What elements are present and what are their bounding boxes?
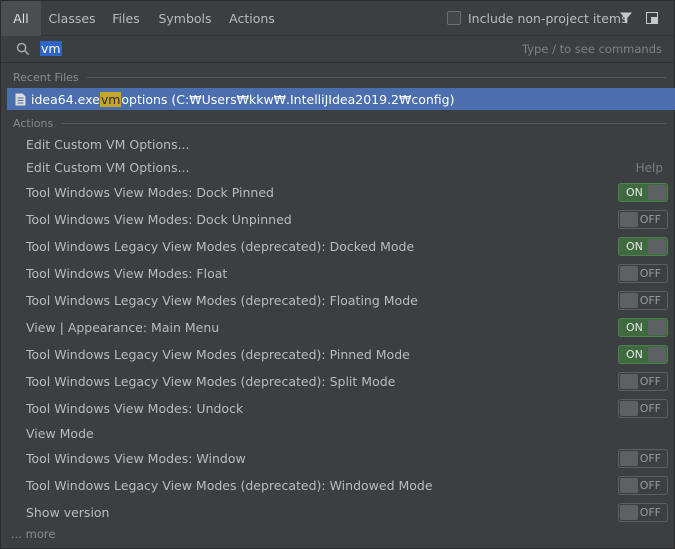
toggle-state-label: OFF — [639, 402, 661, 415]
toggle-knob — [620, 266, 638, 281]
action-item[interactable]: Tool Windows Legacy View Modes (deprecat… — [26, 290, 668, 312]
toggle-switch[interactable]: OFF — [618, 476, 668, 495]
include-non-project-option[interactable]: Include non-project items — [447, 10, 628, 26]
action-label: View Mode — [26, 426, 94, 441]
toggle-knob — [648, 347, 666, 362]
action-item[interactable]: Tool Windows View Modes: Window — [26, 448, 668, 470]
action-label: Tool Windows View Modes: Dock Unpinned — [26, 212, 292, 227]
recent-files-header: Recent Files — [13, 70, 666, 84]
tab-actions[interactable]: Actions — [221, 1, 283, 35]
file-name-prefix: idea64.exe — [31, 91, 100, 107]
action-label: Tool Windows View Modes: Dock Pinned — [26, 185, 274, 200]
action-label: Edit Custom VM Options... — [26, 137, 190, 152]
action-item[interactable]: Edit Custom VM Options... — [26, 134, 668, 156]
action-label: View | Appearance: Main Menu — [26, 320, 220, 335]
toggle-knob — [620, 212, 638, 227]
action-label: Tool Windows View Modes: Undock — [26, 401, 244, 416]
toggle-state-label: OFF — [639, 506, 661, 519]
toggle-switch[interactable]: ON — [618, 237, 668, 256]
action-label: Tool Windows Legacy View Modes (deprecat… — [26, 347, 410, 362]
toggle-switch[interactable]: OFF — [618, 372, 668, 391]
actions-header: Actions — [13, 116, 666, 130]
section-divider — [61, 122, 666, 124]
file-name-suffix: options — [121, 91, 168, 107]
action-label: Tool Windows View Modes: Float — [26, 266, 228, 281]
toggle-knob — [620, 293, 638, 308]
search-input-text: vm — [40, 41, 62, 56]
toggle-switch[interactable]: OFF — [618, 264, 668, 283]
search-input[interactable]: vm — [40, 40, 62, 57]
help-label: Help — [635, 161, 663, 175]
search-everywhere-popup: All Classes Files Symbols Actions Includ… — [0, 0, 675, 549]
toggle-knob — [648, 185, 666, 200]
file-icon — [15, 93, 26, 105]
search-icon — [16, 42, 30, 56]
toggle-knob — [620, 374, 638, 389]
tab-symbols[interactable]: Symbols — [149, 1, 221, 35]
tab-files[interactable]: Files — [103, 1, 149, 35]
action-label: Tool Windows View Modes: Window — [26, 451, 246, 466]
toggle-switch[interactable]: OFF — [618, 210, 668, 229]
action-item[interactable]: Tool Windows Legacy View Modes (deprecat… — [26, 371, 668, 393]
action-label: Tool Windows Legacy View Modes (deprecat… — [26, 478, 433, 493]
action-label: Tool Windows Legacy View Modes (deprecat… — [26, 239, 415, 254]
actions-title: Actions — [13, 116, 54, 130]
action-label: Tool Windows Legacy View Modes (deprecat… — [26, 293, 418, 308]
action-item[interactable]: Tool Windows Legacy View Modes (deprecat… — [26, 236, 668, 258]
action-item[interactable]: Tool Windows View Modes: Undock — [26, 398, 668, 420]
section-divider — [86, 76, 666, 78]
recent-file-item[interactable]: idea64.exe vm options (C:₩Users₩kkw₩.Intel… — [7, 88, 675, 110]
toggle-knob — [620, 478, 638, 493]
action-label: Edit Custom VM Options... — [26, 160, 190, 175]
action-item[interactable]: Edit Custom VM Options... Help — [26, 157, 668, 179]
tab-bar: All Classes Files Symbols Actions Includ… — [1, 1, 674, 36]
more-results-link[interactable]: ... more — [11, 527, 55, 541]
open-in-window-icon[interactable] — [646, 12, 658, 24]
toggle-state-label: ON — [626, 240, 643, 253]
action-item[interactable]: View | Appearance: Main Menu — [26, 317, 668, 339]
toggle-switch[interactable]: ON — [618, 183, 668, 202]
include-non-project-checkbox[interactable] — [447, 11, 461, 25]
toggle-switch[interactable]: OFF — [618, 449, 668, 468]
toggle-switch[interactable]: OFF — [618, 399, 668, 418]
toggle-state-label: OFF — [639, 479, 661, 492]
toggle-switch[interactable]: OFF — [618, 503, 668, 522]
tab-all[interactable]: All — [1, 1, 41, 36]
toggle-knob — [648, 239, 666, 254]
toggle-knob — [620, 505, 638, 520]
toggle-state-label: OFF — [639, 375, 661, 388]
file-name-match: vm — [99, 91, 122, 107]
action-label: Tool Windows Legacy View Modes (deprecat… — [26, 374, 396, 389]
toggle-switch[interactable]: OFF — [618, 291, 668, 310]
toggle-switch[interactable]: ON — [618, 345, 668, 364]
action-item[interactable]: View Mode — [26, 423, 668, 445]
toggle-knob — [620, 401, 638, 416]
action-item[interactable]: Tool Windows Legacy View Modes (deprecat… — [26, 344, 668, 366]
file-path: (C:₩Users₩kkw₩.IntelliJIdea2019.2₩config… — [171, 91, 455, 107]
toggle-state-label: ON — [626, 186, 643, 199]
toggle-state-label: OFF — [639, 294, 661, 307]
toggle-knob — [620, 451, 638, 466]
action-item[interactable]: Tool Windows View Modes: Dock Unpinned — [26, 209, 668, 231]
toggle-state-label: ON — [626, 348, 643, 361]
search-row: vm Type / to see commands — [1, 36, 674, 63]
toggle-state-label: OFF — [639, 213, 661, 226]
action-item[interactable]: Tool Windows View Modes: Dock Pinned — [26, 182, 668, 204]
toggle-knob — [648, 320, 666, 335]
action-label: Show version — [26, 505, 110, 520]
tab-classes[interactable]: Classes — [41, 1, 103, 35]
action-item[interactable]: Show version — [26, 502, 668, 524]
filter-icon[interactable] — [619, 11, 633, 25]
search-hint: Type / to see commands — [522, 42, 662, 56]
recent-files-title: Recent Files — [13, 70, 79, 84]
toggle-switch[interactable]: ON — [618, 318, 668, 337]
action-item[interactable]: Tool Windows View Modes: Float — [26, 263, 668, 285]
toggle-state-label: OFF — [639, 267, 661, 280]
action-item[interactable]: Tool Windows Legacy View Modes (deprecat… — [26, 475, 668, 497]
toggle-state-label: OFF — [639, 452, 661, 465]
toggle-state-label: ON — [626, 321, 643, 334]
include-non-project-label: Include non-project items — [468, 10, 628, 26]
